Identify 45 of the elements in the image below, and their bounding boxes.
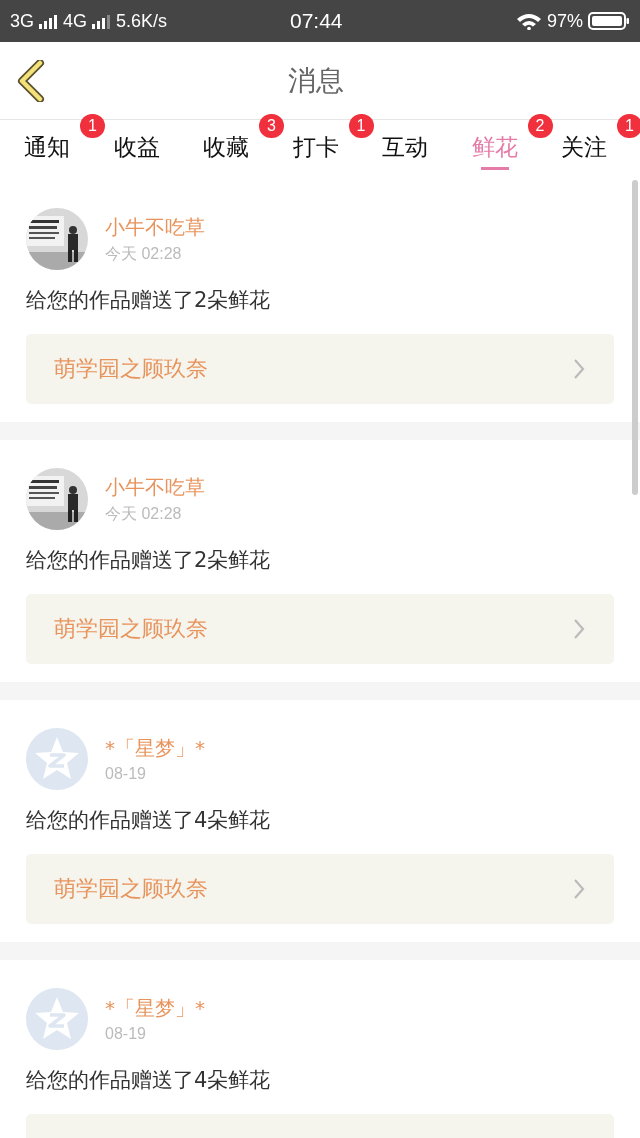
signal-icon (39, 13, 58, 29)
message-text: 给您的作品赠送了4朵鲜花 (26, 807, 272, 834)
message-text: 给您的作品赠送了4朵鲜花 (26, 1067, 272, 1094)
message-text: 给您的作品赠送了2朵鲜花 (26, 287, 272, 314)
clock: 07:44 (290, 9, 343, 33)
user-name[interactable]: 小牛不吃草 (105, 213, 205, 241)
tab[interactable]: 收益 (113, 122, 160, 170)
page-title: 消息 (288, 63, 344, 99)
user-name[interactable]: *「星梦」* (105, 735, 205, 762)
work-link[interactable]: 萌学园之顾玖奈 (26, 334, 614, 404)
network-label: 3G (10, 10, 34, 32)
count-badge: 3 (259, 114, 284, 138)
tab[interactable]: 收藏 (203, 122, 249, 170)
battery-icon (588, 11, 630, 31)
timestamp: 今天 02:28 (105, 503, 183, 524)
message-text: 给您的作品赠送了2朵鲜花 (26, 547, 272, 574)
user-name[interactable]: 小牛不吃草 (105, 473, 205, 501)
chevron-right-icon (572, 357, 586, 381)
back-chevron-icon (16, 59, 46, 102)
work-link[interactable]: 萌学园之顾玖奈 (26, 854, 614, 924)
scrollbar[interactable] (632, 180, 638, 495)
tab[interactable]: 关注 (561, 122, 607, 170)
tab[interactable]: 通知 (24, 122, 70, 170)
chevron-right-icon (572, 877, 586, 901)
chevron-right-icon (572, 617, 586, 641)
user-name[interactable]: *「星梦」* (105, 995, 205, 1022)
timestamp: 今天 02:28 (105, 243, 183, 264)
count-badge: 1 (80, 114, 105, 138)
tab[interactable]: 互动 (382, 122, 428, 170)
count-badge: 2 (527, 114, 553, 138)
timestamp: 08-19 (105, 765, 147, 783)
default-avatar-icon (26, 988, 88, 1050)
timestamp: 08-19 (105, 1025, 147, 1043)
count-badge: 1 (617, 114, 640, 138)
battery-percent: 97% (546, 10, 583, 32)
network-label: 4G (63, 10, 88, 32)
signal-icon (92, 13, 112, 29)
tab[interactable]: 鲜花 (471, 122, 518, 170)
network-speed: 5.6K/s (116, 10, 168, 32)
back-button[interactable] (16, 59, 46, 102)
default-avatar-icon (26, 728, 88, 790)
wifi-icon (515, 12, 542, 30)
tab[interactable]: 打卡 (292, 122, 339, 170)
count-badge: 1 (348, 114, 374, 138)
work-link[interactable]: 萌学园之顾玖奈 (26, 594, 614, 664)
